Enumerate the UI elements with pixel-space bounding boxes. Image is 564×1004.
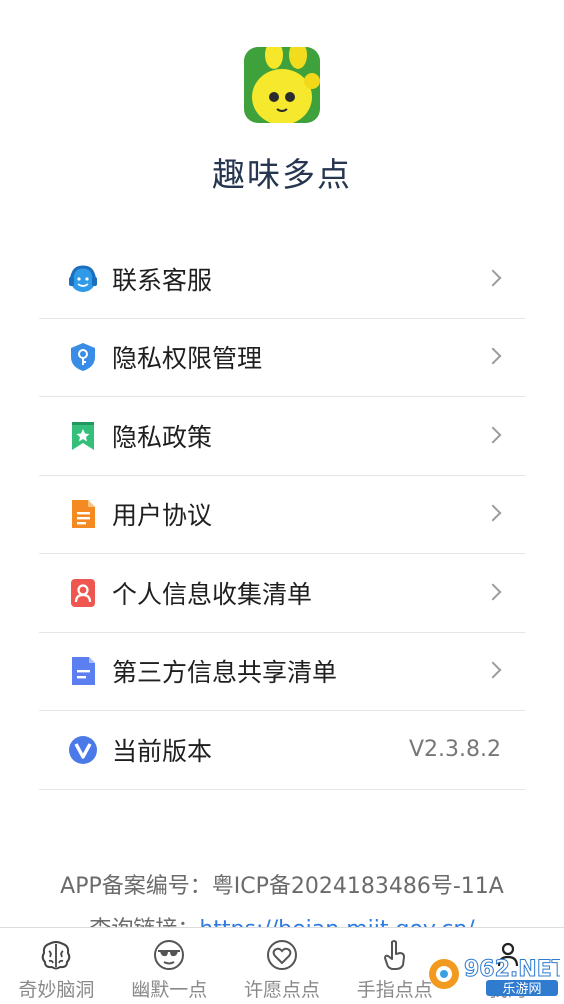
tab-label: 手指点点 (356, 979, 433, 1001)
svg-text:962.NET: 962.NET (464, 957, 560, 982)
shield-key-icon (66, 340, 100, 374)
menu-item-current-version[interactable]: 当前版本 V2.3.8.2 (39, 711, 525, 790)
menu-item-label: 当前版本 (112, 736, 213, 766)
menu-item-privacy-policy[interactable]: 隐私政策 (39, 397, 525, 476)
site-watermark: 962.NET 乐游网 (426, 950, 564, 998)
menu-item-third-party-sharing[interactable]: 第三方信息共享清单 (39, 633, 525, 711)
chevron-right-icon (484, 269, 502, 287)
tab-humor[interactable]: 幽默一点 (113, 928, 226, 1004)
bookmark-star-icon (66, 419, 100, 453)
sunglasses-face-icon (151, 937, 187, 973)
chevron-right-icon (484, 504, 502, 522)
svg-text:乐游网: 乐游网 (502, 982, 541, 997)
tab-label: 幽默一点 (131, 979, 208, 1001)
menu-item-label: 隐私权限管理 (112, 344, 263, 374)
menu-item-privacy-permissions[interactable]: 隐私权限管理 (39, 319, 525, 397)
menu-item-user-agreement[interactable]: 用户协议 (39, 476, 525, 554)
version-value: V2.3.8.2 (408, 737, 501, 763)
document-icon (66, 497, 100, 531)
brain-icon (38, 937, 74, 973)
settings-menu: 联系客服 隐私权限管理 隐私政策 用户协议 个人信息收集清单 第三方信息共享清单… (39, 240, 525, 790)
app-logo (244, 47, 320, 123)
menu-item-label: 用户协议 (112, 501, 213, 531)
icp-record-number: APP备案编号：粤ICP备2024183486号-11A (60, 874, 504, 899)
menu-item-customer-service[interactable]: 联系客服 (39, 240, 525, 319)
menu-item-label: 隐私政策 (112, 422, 213, 452)
version-v-icon (66, 733, 100, 767)
person-card-icon (66, 576, 100, 610)
pointing-hand-icon (377, 937, 413, 973)
tab-label: 许愿点点 (243, 979, 320, 1001)
chevron-right-icon (484, 583, 502, 601)
list-document-icon (66, 654, 100, 688)
customer-service-icon (66, 262, 100, 296)
app-name: 趣味多点 (212, 155, 352, 194)
chevron-right-icon (484, 661, 502, 679)
heart-icon (264, 937, 300, 973)
chevron-right-icon (484, 347, 502, 365)
menu-item-label: 联系客服 (112, 265, 213, 295)
chevron-right-icon (484, 426, 502, 444)
menu-item-label: 个人信息收集清单 (112, 579, 313, 609)
menu-item-personal-info-list[interactable]: 个人信息收集清单 (39, 554, 525, 633)
menu-item-label: 第三方信息共享清单 (112, 658, 338, 688)
tab-brain[interactable]: 奇妙脑洞 (0, 928, 113, 1004)
tab-label: 奇妙脑洞 (18, 979, 95, 1001)
tab-wish[interactable]: 许愿点点 (226, 928, 339, 1004)
